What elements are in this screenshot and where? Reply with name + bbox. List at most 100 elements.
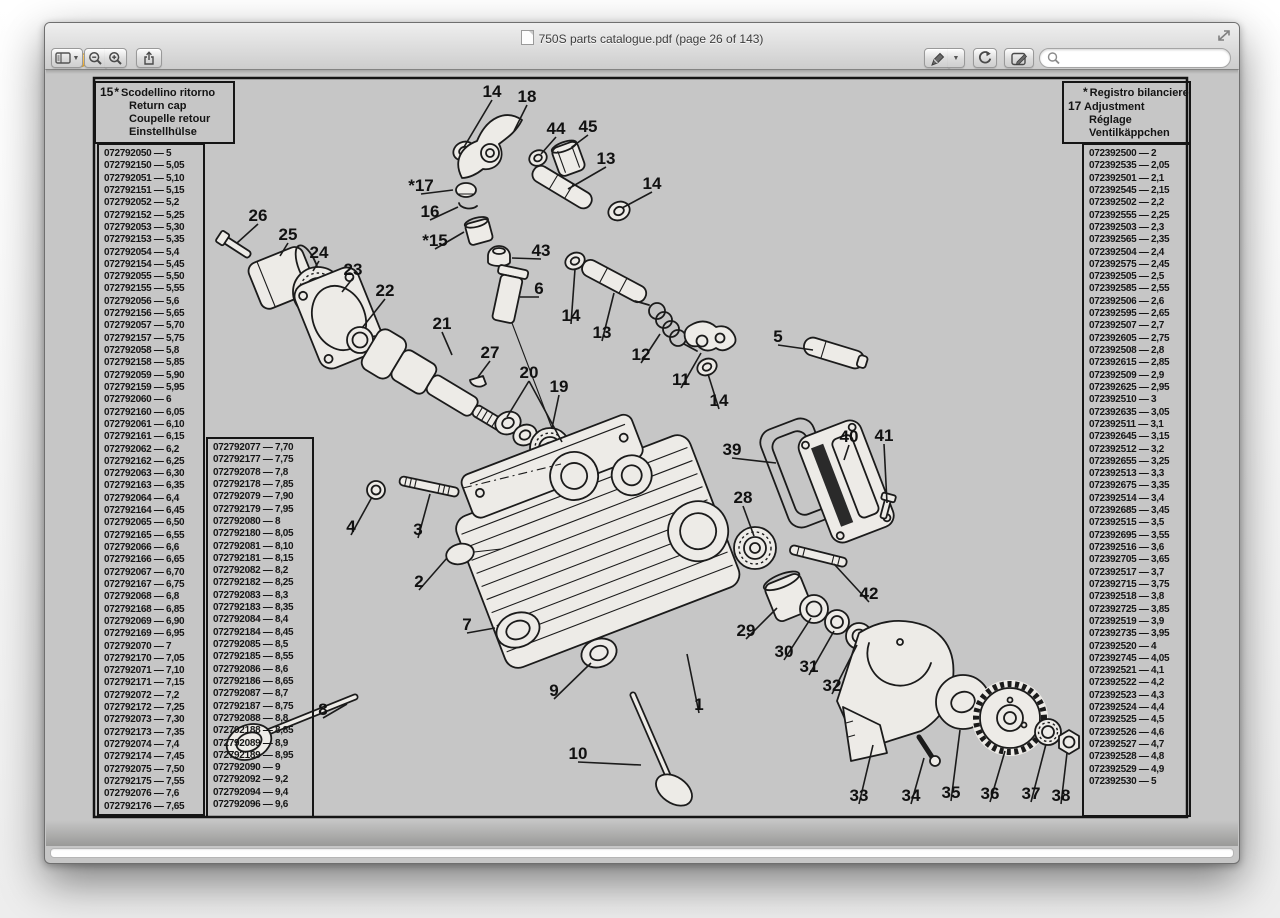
share-button[interactable] <box>136 48 162 68</box>
part-row: 072792171 — 7,15 <box>104 677 203 689</box>
part-row: 072792184 — 8,45 <box>213 627 312 639</box>
part-row: 072392510 — 3 <box>1089 394 1189 406</box>
callout-2: 2 <box>414 572 423 591</box>
callout-32: 32 <box>823 676 842 695</box>
horizontal-scrollbar[interactable] <box>50 848 1234 858</box>
part-row: 072792051 — 5,10 <box>104 173 203 185</box>
part-row: 072792189 — 8,95 <box>213 750 312 762</box>
part-row: 072792179 — 7,95 <box>213 504 312 516</box>
part-row: 072792094 — 9,4 <box>213 787 312 799</box>
part-row: 072792096 — 9,6 <box>213 799 312 811</box>
sidebar-panel-icon <box>55 52 71 64</box>
bucket-tappet-drawing <box>464 215 494 246</box>
part-row: 072792161 — 6,15 <box>104 431 203 443</box>
part-row: 072392506 — 2,6 <box>1089 296 1189 308</box>
part-row: 072792076 — 7,6 <box>104 788 203 800</box>
window-title: 750S parts catalogue.pdf (page 26 of 143… <box>45 30 1239 46</box>
search-field[interactable] <box>1039 48 1231 68</box>
ball-bearing-drawing <box>734 527 776 569</box>
part-row: 072392525 — 4,5 <box>1089 714 1189 726</box>
part-row: 072792092 — 9,2 <box>213 774 312 786</box>
part-row: 072392575 — 2,45 <box>1089 259 1189 271</box>
chevron-down-icon: ▼ <box>953 55 960 62</box>
leader-line <box>554 663 591 699</box>
legend-index: 17 <box>1068 100 1081 113</box>
rocker-arm-drawing <box>458 115 522 178</box>
part-row: 072792183 — 8,35 <box>213 602 312 614</box>
zoom-out-button[interactable] <box>84 48 107 68</box>
part-row: 072792173 — 7,35 <box>104 727 203 739</box>
rotate-left-arrow-icon <box>977 50 993 66</box>
part-row: 072792083 — 8,3 <box>213 590 312 602</box>
part-row: 072792178 — 7,85 <box>213 479 312 491</box>
callout-21: 21 <box>433 314 452 333</box>
ring-drawing <box>800 595 828 623</box>
highlight-dropdown-button[interactable]: ▼ <box>948 48 965 68</box>
part-row: 072792187 — 8,75 <box>213 701 312 713</box>
part-row: 072392512 — 3,2 <box>1089 444 1189 456</box>
rotate-button[interactable] <box>973 48 997 68</box>
callout-33: 33 <box>850 786 869 805</box>
callout-13: 13 <box>593 323 612 342</box>
sidebar-toggle-button[interactable]: ▼ <box>51 48 83 68</box>
share-arrow-icon <box>141 50 157 66</box>
callout-6: 6 <box>534 279 543 298</box>
part-row: 072792162 — 6,25 <box>104 456 203 468</box>
part-row: 072392514 — 3,4 <box>1089 493 1189 505</box>
part-row: 072392504 — 2,4 <box>1089 247 1189 259</box>
part-row: 072792061 — 6,10 <box>104 419 203 431</box>
part-row: 072392527 — 4,7 <box>1089 739 1189 751</box>
part-row: 072392725 — 3,85 <box>1089 604 1189 616</box>
desktop: { "window": { "title": "750S parts catal… <box>0 0 1280 918</box>
part-row: 072392715 — 3,75 <box>1089 579 1189 591</box>
part-row: 072792052 — 5,2 <box>104 197 203 209</box>
callout-44: 44 <box>547 119 566 138</box>
callout-14: 14 <box>710 391 729 410</box>
zoom-in-button[interactable] <box>105 48 127 68</box>
fullscreen-icon[interactable] <box>1215 29 1231 43</box>
part-row: 072792181 — 8,15 <box>213 553 312 565</box>
ring-drawing <box>825 610 849 634</box>
part-row: 072792167 — 6,75 <box>104 579 203 591</box>
stud-drawing <box>399 476 460 497</box>
part-row: 072392521 — 4,1 <box>1089 665 1189 677</box>
callout-41: 41 <box>875 426 894 445</box>
part-row: 072392635 — 3,05 <box>1089 407 1189 419</box>
part-row: 072392535 — 2,05 <box>1089 160 1189 172</box>
part-row: 072792064 — 6,4 <box>104 493 203 505</box>
part-row: 072392529 — 4,9 <box>1089 764 1189 776</box>
part-row: 072792056 — 5,6 <box>104 296 203 308</box>
valve-guide-drawing <box>488 265 529 325</box>
part-row: 072392565 — 2,35 <box>1089 234 1189 246</box>
callout-45: 45 <box>579 117 598 136</box>
part-row: 072392519 — 3,9 <box>1089 616 1189 628</box>
part-row: 072792063 — 6,30 <box>104 468 203 480</box>
part-row: 072792080 — 8 <box>213 516 312 528</box>
markup-button[interactable] <box>1004 48 1034 68</box>
callout-14: 14 <box>562 306 581 325</box>
callout-1: 1 <box>694 695 703 714</box>
leader-line <box>442 332 452 355</box>
callout-17: *17 <box>408 176 434 195</box>
part-row: 072792170 — 7,05 <box>104 653 203 665</box>
part-row: 072792073 — 7,30 <box>104 714 203 726</box>
edit-pencil-icon <box>1011 51 1028 66</box>
highlight-button[interactable] <box>924 48 950 68</box>
part-row: 072392509 — 2,9 <box>1089 370 1189 382</box>
part-row: 072392513 — 3,3 <box>1089 468 1189 480</box>
parts-list-column-right: 072392500 — 2072392535 — 2,05072392501 —… <box>1082 143 1191 817</box>
callout-30: 30 <box>775 642 794 661</box>
part-row: 072792090 — 9 <box>213 762 312 774</box>
part-row: 072792077 — 7,70 <box>213 442 312 454</box>
preview-window: 750S parts catalogue.pdf (page 26 of 143… <box>44 22 1240 864</box>
part-row: 072792055 — 5,50 <box>104 271 203 283</box>
part-row: 072792088 — 8,8 <box>213 713 312 725</box>
part-row: 072392675 — 3,35 <box>1089 480 1189 492</box>
part-row: 072792163 — 6,35 <box>104 480 203 492</box>
part-row: 072392508 — 2,8 <box>1089 345 1189 357</box>
part-row: 072792176 — 7,65 <box>104 801 203 813</box>
part-row: 072792150 — 5,05 <box>104 160 203 172</box>
part-row: 072792086 — 8,6 <box>213 664 312 676</box>
part-row: 072792151 — 5,15 <box>104 185 203 197</box>
search-input[interactable] <box>1062 50 1230 66</box>
